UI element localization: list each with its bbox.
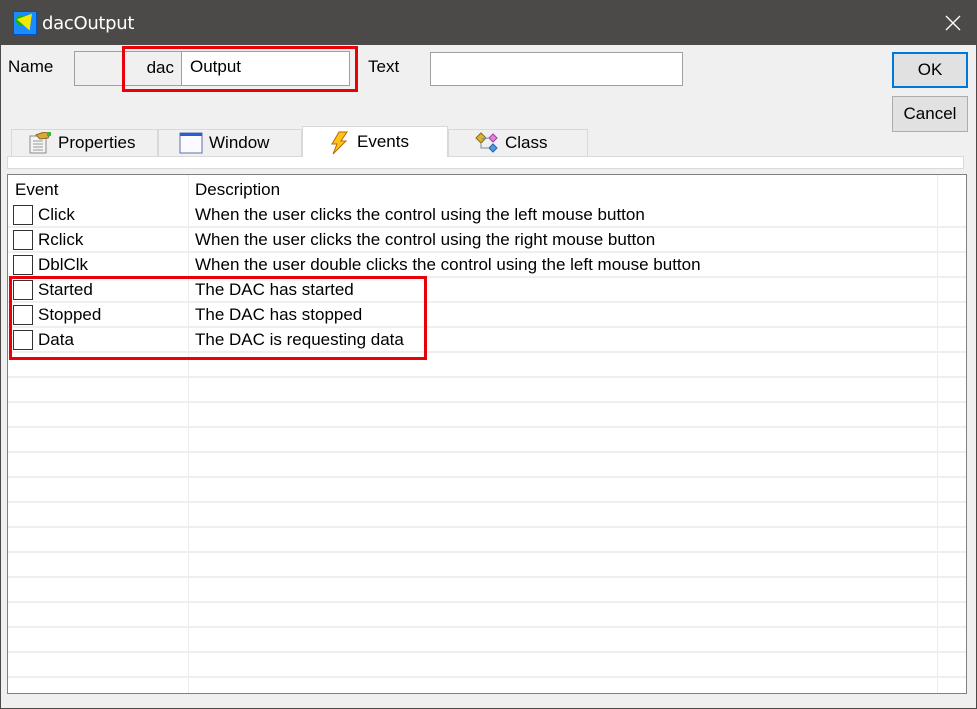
empty-row bbox=[8, 353, 966, 378]
name-input[interactable] bbox=[181, 51, 350, 86]
event-checkbox[interactable] bbox=[13, 305, 33, 325]
event-checkbox[interactable] bbox=[13, 205, 33, 225]
empty-row bbox=[8, 378, 966, 403]
tab-events[interactable]: Events bbox=[302, 126, 448, 157]
dialog-window: dacOutput Name dac Text OK Cancel bbox=[0, 0, 977, 709]
empty-row bbox=[8, 578, 966, 603]
event-checkbox[interactable] bbox=[13, 230, 33, 250]
close-icon bbox=[945, 15, 961, 31]
empty-row bbox=[8, 528, 966, 553]
grid-header: Event Description bbox=[8, 175, 966, 203]
event-row[interactable]: Started The DAC has started bbox=[8, 278, 966, 303]
tab-class[interactable]: Class bbox=[448, 129, 588, 156]
close-button[interactable] bbox=[930, 1, 976, 45]
tab-content-strip bbox=[7, 156, 964, 169]
lightning-icon bbox=[327, 131, 351, 155]
empty-row bbox=[8, 503, 966, 528]
empty-row bbox=[8, 628, 966, 653]
empty-row bbox=[8, 553, 966, 578]
event-row[interactable]: Data The DAC is requesting data bbox=[8, 328, 966, 353]
tab-properties[interactable]: Properties bbox=[11, 129, 158, 156]
event-description: When the user double clicks the control … bbox=[195, 255, 701, 274]
tab-window-label: Window bbox=[209, 133, 270, 152]
event-checkbox[interactable] bbox=[13, 255, 33, 275]
event-row[interactable]: DblClk When the user double clicks the co… bbox=[8, 253, 966, 278]
event-name: Started bbox=[38, 280, 93, 299]
event-row[interactable]: Stopped The DAC has stopped bbox=[8, 303, 966, 328]
app-shape-icon bbox=[13, 11, 38, 35]
event-name: Rclick bbox=[38, 230, 84, 249]
empty-row bbox=[8, 653, 966, 678]
properties-icon bbox=[28, 131, 52, 154]
event-description: When the user clicks the control using t… bbox=[195, 205, 645, 224]
tab-class-label: Class bbox=[505, 133, 548, 152]
empty-row bbox=[8, 403, 966, 428]
text-input[interactable] bbox=[430, 52, 683, 86]
name-prefix: dac bbox=[74, 51, 182, 86]
header-event[interactable]: Event bbox=[15, 180, 58, 200]
event-row[interactable]: Click When the user clicks the control us… bbox=[8, 203, 966, 228]
empty-row bbox=[8, 428, 966, 453]
tab-events-label: Events bbox=[357, 132, 409, 151]
tab-window[interactable]: Window bbox=[158, 129, 302, 156]
event-name: Data bbox=[38, 330, 74, 349]
events-grid: Event Description Click When the user cli… bbox=[7, 174, 967, 694]
title-bar: dacOutput bbox=[1, 1, 976, 45]
event-description: The DAC has started bbox=[195, 280, 354, 299]
event-description: The DAC is requesting data bbox=[195, 330, 404, 349]
text-label: Text bbox=[368, 57, 400, 76]
empty-row bbox=[8, 603, 966, 628]
ok-button[interactable]: OK bbox=[892, 52, 968, 88]
event-name: Stopped bbox=[38, 305, 102, 324]
event-description: The DAC has stopped bbox=[195, 305, 363, 324]
event-description: When the user clicks the control using t… bbox=[195, 230, 656, 249]
empty-row bbox=[8, 453, 966, 478]
event-row[interactable]: Rclick When the user clicks the control u… bbox=[8, 228, 966, 253]
tab-bar: Properties Window Events Class bbox=[7, 126, 967, 157]
window-title: dacOutput bbox=[42, 13, 135, 34]
empty-row bbox=[8, 478, 966, 503]
window-icon bbox=[179, 132, 203, 154]
event-checkbox[interactable] bbox=[13, 330, 33, 350]
class-hierarchy-icon bbox=[475, 132, 499, 154]
event-name: Click bbox=[38, 205, 75, 224]
tab-properties-label: Properties bbox=[58, 133, 136, 152]
name-label: Name bbox=[8, 57, 54, 76]
header-description[interactable]: Description bbox=[195, 180, 280, 200]
event-name: DblClk bbox=[38, 255, 89, 274]
event-checkbox[interactable] bbox=[13, 280, 33, 300]
